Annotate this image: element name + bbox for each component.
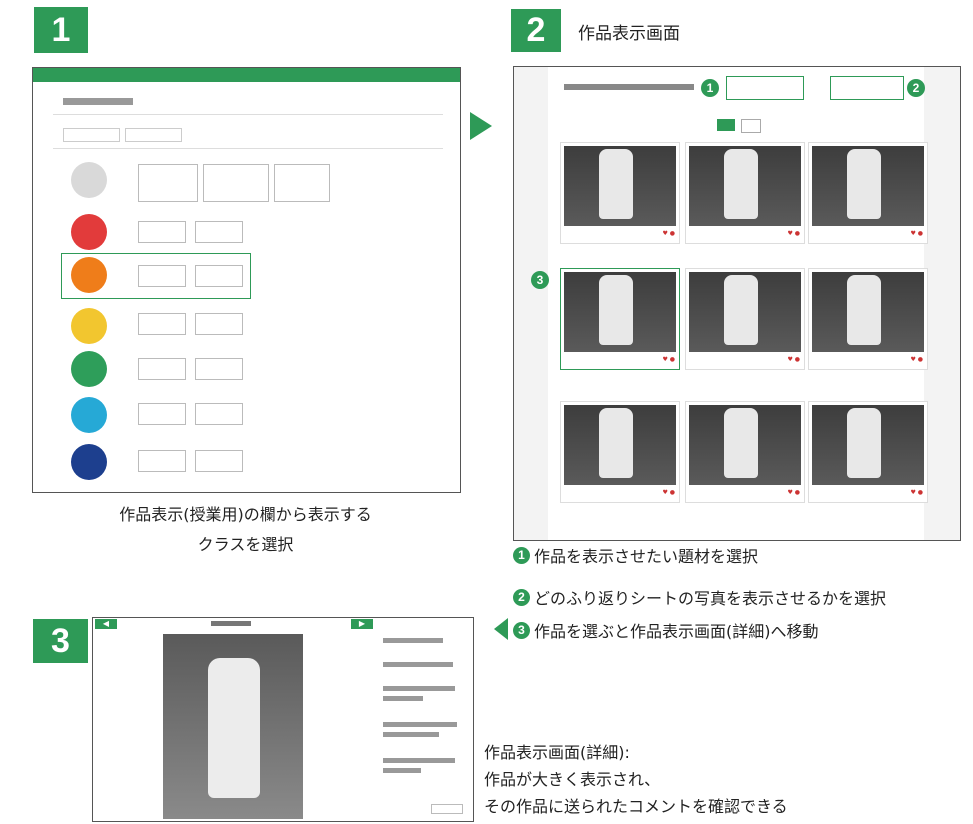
class-button[interactable] [138,164,198,202]
divider [53,114,443,115]
callout-3-icon: 3 [531,271,549,289]
note-3: 3 作品を選ぶと作品表示画面(詳細)へ移動 [513,618,819,642]
note-2: 2 どのふり返りシートの写真を表示させるかを選択 [513,585,886,609]
class-circle[interactable] [71,444,107,480]
work-tile[interactable]: ♥ ● [685,401,805,503]
callout-2-icon: 2 [907,79,925,97]
note-number-icon: 2 [513,588,530,606]
class-button[interactable] [138,265,186,287]
class-circle[interactable] [71,308,107,344]
note-number-icon: 3 [513,621,530,639]
class-button[interactable] [203,164,269,202]
step-1-caption: 作品表示(授業用)の欄から表示する クラスを選択 [32,500,459,560]
callout-1-icon: 1 [701,79,719,97]
class-button[interactable] [138,358,186,380]
class-circle[interactable] [71,397,107,433]
sheet-select-highlight[interactable] [830,76,904,100]
comment-panel [379,626,467,816]
step-3-caption: 作品表示画面(詳細): 作品が大きく表示され、 その作品に送られたコメントを確認… [484,739,788,820]
work-tile[interactable]: ♥ ● [685,142,805,244]
work-tile[interactable]: ♥ ● [560,142,680,244]
class-circle[interactable] [71,162,107,198]
class-circle[interactable] [71,214,107,250]
work-tile[interactable]: ♥ ● [685,268,805,370]
app-header-bar [33,68,460,82]
class-button[interactable] [195,265,243,287]
class-button[interactable] [138,221,186,243]
work-detail-screenshot: ◀ ▶ [92,617,474,822]
work-photo-object [208,658,260,798]
view-toggle-active[interactable] [717,119,735,131]
work-tile[interactable]: ♥ ● [808,142,928,244]
step-2-badge: 2 [511,9,561,52]
note-text: どのふり返りシートの写真を表示させるかを選択 [534,589,887,608]
class-select-screenshot [32,67,461,493]
class-button[interactable] [195,358,243,380]
step-2-title: 作品表示画面 [578,24,680,44]
class-circle[interactable] [71,351,107,387]
divider [53,148,443,149]
work-display-screenshot: 1 2 ♥ ● ♥ ● ♥ ● 3 ♥ ● ♥ ● ♥ ● ♥ ● ♥ ● ♥ … [513,66,961,541]
class-button[interactable] [195,221,243,243]
subject-select-highlight[interactable] [726,76,804,100]
class-button[interactable] [274,164,330,202]
work-tile[interactable]: ♥ ● [808,268,928,370]
work-tile[interactable]: ♥ ● [560,401,680,503]
comment-button[interactable] [431,804,463,814]
student-name-placeholder [211,621,251,626]
note-text: 作品を選ぶと作品表示画面(詳細)へ移動 [534,622,819,641]
caption-line: 作品表示画面(詳細): [484,743,630,762]
comment-line [383,662,453,667]
view-toggle[interactable] [741,119,761,133]
note-text: 作品を表示させたい題材を選択 [534,547,759,566]
next-work-button[interactable]: ▶ [351,619,373,629]
header-placeholder [564,84,694,90]
comment-line [383,758,455,763]
class-button[interactable] [138,313,186,335]
caption-line: 作品が大きく表示され、 [484,770,661,789]
class-button[interactable] [195,450,243,472]
comment-line [383,696,423,701]
class-button[interactable] [138,403,186,425]
page-heading-placeholder [63,98,133,105]
note-1: 1 作品を表示させたい題材を選択 [513,543,758,567]
work-tile[interactable]: ♥ ● [808,401,928,503]
arrow-right-icon [470,112,492,140]
class-button[interactable] [195,313,243,335]
comment-line [383,638,443,643]
work-tile-selected[interactable]: ♥ ● [560,268,680,370]
class-button[interactable] [138,450,186,472]
note-number-icon: 1 [513,546,530,564]
class-circle[interactable] [71,257,107,293]
step-3-badge: 3 [33,619,88,663]
class-button[interactable] [195,403,243,425]
comment-line [383,732,439,737]
caption-line: 作品表示(授業用)の欄から表示する [119,505,372,524]
select-field[interactable] [125,128,182,142]
comment-line [383,686,455,691]
comment-line [383,722,457,727]
caption-line: クラスを選択 [197,535,294,554]
caption-line: その作品に送られたコメントを確認できる [484,797,788,816]
arrow-left-icon [494,618,508,640]
comment-line [383,768,421,773]
prev-work-button[interactable]: ◀ [95,619,117,629]
step-1-badge: 1 [34,7,88,53]
select-field[interactable] [63,128,120,142]
